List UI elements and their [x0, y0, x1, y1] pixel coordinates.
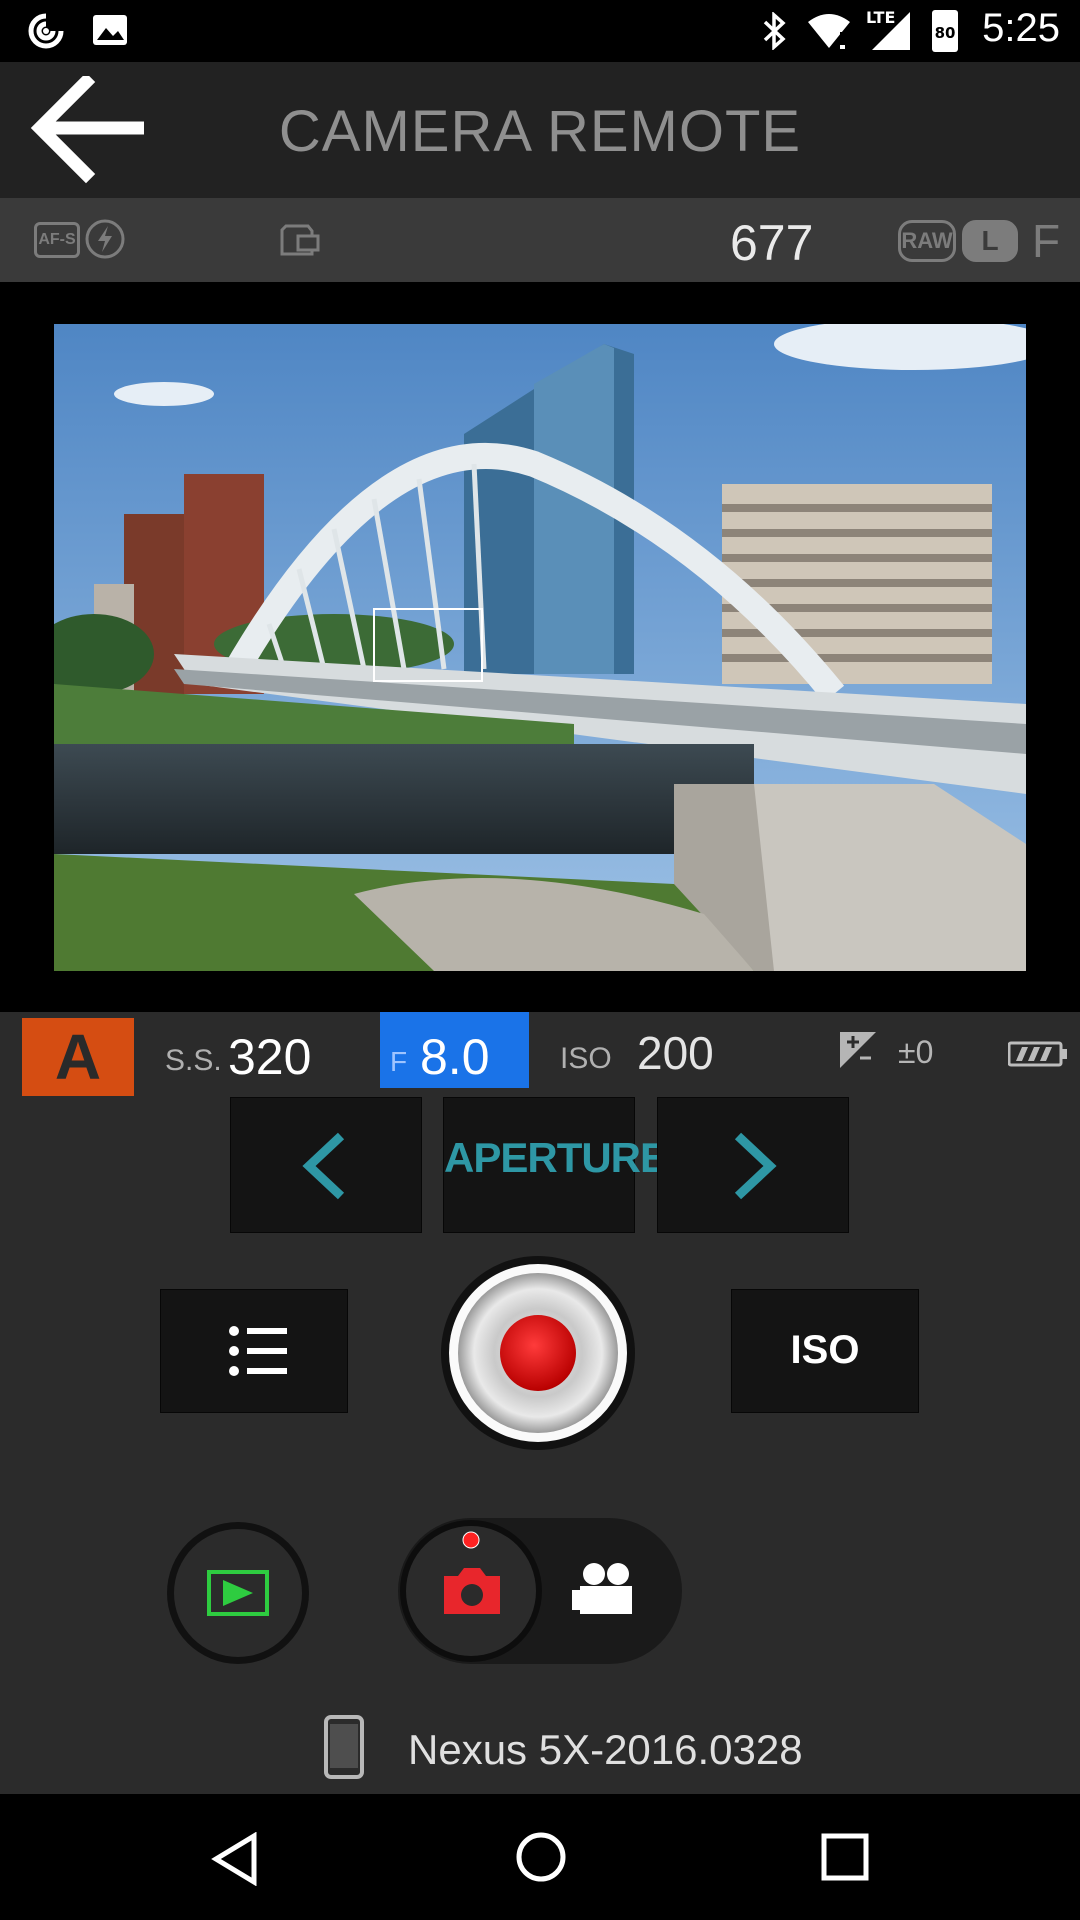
nav-back-icon[interactable]	[210, 1832, 260, 1886]
exposure-icon	[840, 1032, 876, 1068]
photo-video-switch[interactable]	[398, 1518, 682, 1664]
phone-icon	[324, 1715, 364, 1779]
video-camera-icon[interactable]	[568, 1558, 648, 1628]
iso-button[interactable]: ISO	[731, 1289, 919, 1413]
camera-mode-button[interactable]	[398, 1518, 544, 1664]
fine-label: F	[1032, 215, 1061, 267]
camera-info-strip: AF-S 677 RAW L F	[0, 198, 1080, 282]
nav-recents-icon[interactable]	[820, 1832, 870, 1882]
shutter-speed-label: S.S.	[165, 1044, 222, 1077]
sync-icon	[28, 13, 64, 49]
wifi-icon	[808, 14, 850, 49]
live-view-image[interactable]	[54, 324, 1026, 971]
chevron-left-icon	[302, 1132, 345, 1200]
cell-signal-icon	[872, 12, 910, 50]
quality-badge: RAW	[898, 220, 956, 262]
shooting-mode-badge: A	[22, 1018, 134, 1096]
menu-button[interactable]	[160, 1289, 348, 1413]
system-nav-bar	[0, 1794, 1080, 1920]
battery-icon: 80	[932, 10, 958, 52]
status-bar: LTE 80 5:25	[0, 0, 1080, 62]
next-value-button[interactable]	[657, 1097, 849, 1233]
chevron-right-icon	[734, 1132, 777, 1200]
parameter-label: APERTURE	[444, 1134, 668, 1181]
shots-remaining: 677	[730, 215, 814, 271]
iso-value[interactable]: 200	[637, 1026, 714, 1080]
title-bar: CAMERA REMOTE	[0, 62, 1080, 198]
focus-mode-badge: AF-S	[34, 222, 80, 258]
image-icon	[93, 15, 127, 45]
aperture-value[interactable]: 8.0	[420, 1028, 490, 1086]
bluetooth-icon	[763, 12, 786, 50]
size-badge: L	[962, 220, 1018, 262]
iso-label: ISO	[560, 1042, 612, 1075]
flash-off-icon	[85, 219, 125, 259]
status-time: 5:25	[982, 6, 1060, 50]
aperture-label: F	[390, 1046, 408, 1077]
nav-home-icon[interactable]	[514, 1830, 568, 1884]
previous-value-button[interactable]	[230, 1097, 422, 1233]
memory-card-icon	[280, 224, 320, 256]
camera-battery-icon	[1008, 1041, 1067, 1067]
bridge-scene-image	[54, 324, 1026, 971]
shutter-speed-value[interactable]: 320	[228, 1028, 311, 1086]
parameter-select-button[interactable]: APERTURE	[443, 1097, 668, 1233]
playback-button[interactable]	[165, 1520, 311, 1666]
shutter-button[interactable]	[438, 1253, 638, 1453]
exposure-comp-value: ±0	[898, 1034, 934, 1070]
iso-button-label: ISO	[790, 1328, 860, 1372]
list-icon	[229, 1326, 287, 1376]
device-name: Nexus 5X-2016.0328	[408, 1726, 803, 1773]
page-title: CAMERA REMOTE	[278, 99, 802, 164]
